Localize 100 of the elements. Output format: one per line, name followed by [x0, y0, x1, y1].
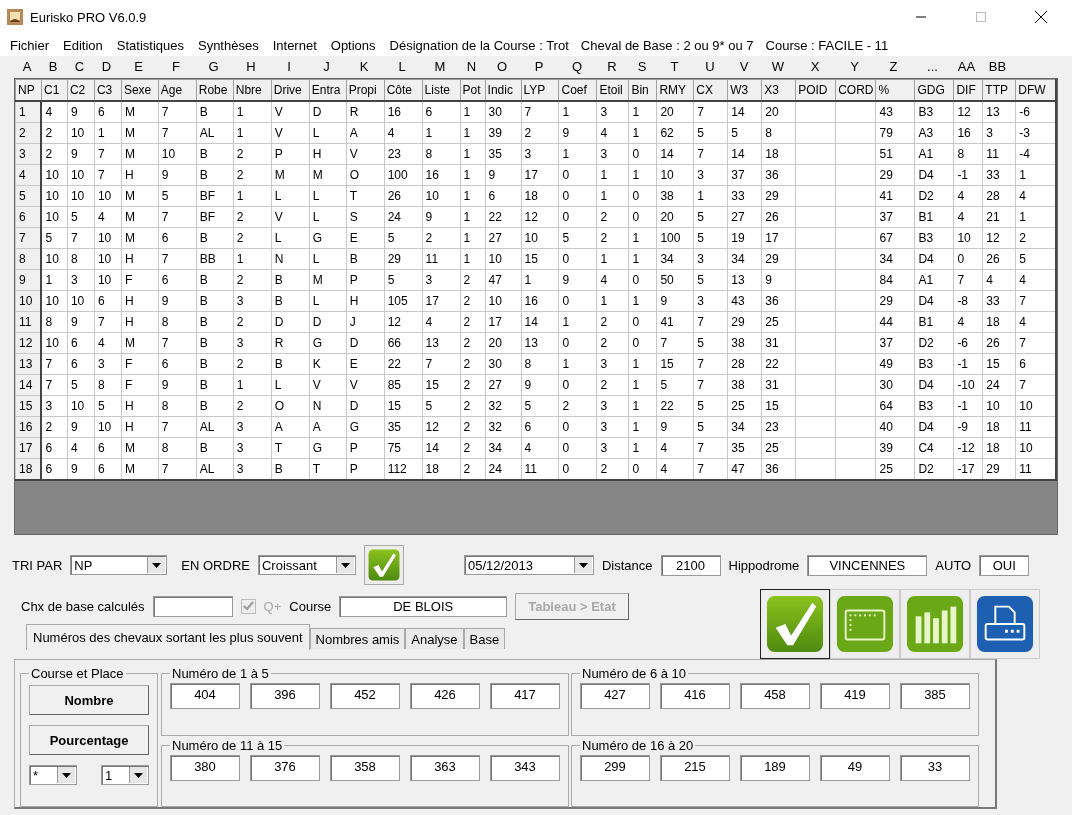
auto-field[interactable]: OUI	[979, 554, 1030, 576]
base-choice-field[interactable]	[152, 596, 233, 617]
row-header[interactable]: 7	[15, 227, 42, 249]
menu-item[interactable]: Options	[330, 37, 376, 53]
column-header[interactable]: Bin	[628, 79, 657, 101]
number-field[interactable]: 419	[820, 683, 890, 709]
action-button[interactable]: Pourcentage	[29, 725, 149, 755]
column-header[interactable]: C2	[67, 79, 95, 101]
number-field[interactable]: 385	[900, 683, 970, 709]
number-field[interactable]: 215	[660, 754, 730, 781]
column-header[interactable]: GDG	[914, 79, 954, 101]
dropdown-button[interactable]	[129, 767, 147, 783]
number-field[interactable]: 363	[410, 754, 480, 781]
dropdown-button[interactable]	[147, 557, 166, 573]
column-header[interactable]: Côte	[384, 79, 423, 101]
menu-item[interactable]: Statistiques	[116, 37, 184, 53]
number-field[interactable]: 458	[740, 683, 810, 709]
column-header[interactable]: DFW	[1015, 79, 1056, 101]
tab[interactable]: Base	[463, 628, 506, 649]
row-header[interactable]: 15	[15, 395, 42, 417]
row-header[interactable]: 2	[15, 122, 42, 144]
row-header[interactable]: 11	[15, 311, 42, 333]
sort-dropdown[interactable]: NP	[70, 555, 168, 575]
column-header[interactable]: TTP	[982, 79, 1016, 101]
row-header[interactable]: 10	[15, 290, 42, 312]
column-header[interactable]: Age	[158, 79, 197, 101]
column-header[interactable]: Pot	[460, 79, 486, 101]
menu-item[interactable]: Edition	[63, 37, 103, 53]
row-header[interactable]: 12	[15, 332, 42, 354]
menu-item[interactable]: Fichier	[10, 37, 49, 53]
option-dropdown[interactable]: 1	[101, 765, 149, 785]
print-button[interactable]	[970, 589, 1040, 659]
column-header[interactable]: CORD	[835, 79, 876, 101]
column-header[interactable]: POID	[795, 79, 836, 101]
date-picker[interactable]: 05/12/2013	[463, 555, 594, 575]
number-field[interactable]: 417	[490, 683, 560, 709]
number-field[interactable]: 343	[490, 754, 560, 781]
column-header[interactable]: Sexe	[121, 79, 159, 101]
column-header[interactable]: C1	[41, 79, 68, 101]
column-header[interactable]: Indic	[485, 79, 521, 101]
option-dropdown[interactable]: *	[29, 765, 77, 785]
number-field[interactable]: 426	[410, 683, 480, 709]
row-header[interactable]: 1	[15, 101, 42, 123]
course-field[interactable]: DE BLOIS	[339, 596, 508, 617]
row-header[interactable]: 13	[15, 353, 42, 375]
column-header[interactable]: Propi	[346, 79, 385, 101]
column-header[interactable]: X3	[761, 79, 796, 101]
row-header[interactable]: 16	[15, 416, 42, 438]
number-field[interactable]: 358	[330, 754, 400, 781]
menu-item[interactable]: Internet	[272, 37, 317, 53]
row-header[interactable]: 18	[15, 458, 42, 480]
column-header[interactable]: LYP	[521, 79, 559, 101]
dropdown-button[interactable]	[57, 767, 75, 783]
validate-button[interactable]	[760, 589, 830, 659]
number-field[interactable]: 376	[250, 754, 320, 781]
row-header[interactable]: 17	[15, 437, 42, 459]
number-field[interactable]: 404	[170, 683, 240, 709]
column-header[interactable]: C3	[94, 79, 122, 101]
column-header[interactable]: Nbre	[233, 79, 272, 101]
row-header[interactable]: 14	[15, 374, 42, 396]
row-header[interactable]: 3	[15, 143, 42, 165]
number-field[interactable]: 452	[330, 683, 400, 709]
row-header[interactable]: 5	[15, 185, 42, 207]
number-field[interactable]: 189	[740, 754, 810, 781]
column-header[interactable]: RMY	[656, 79, 694, 101]
column-header[interactable]: Etoil	[596, 79, 629, 101]
row-header[interactable]: 6	[15, 206, 42, 228]
number-field[interactable]: 49	[820, 754, 890, 781]
column-header[interactable]: %	[876, 79, 915, 101]
row-header[interactable]: 9	[15, 269, 42, 291]
tab[interactable]: Nombres amis	[309, 628, 406, 649]
column-header[interactable]: CX	[693, 79, 728, 101]
column-header[interactable]: W3	[727, 79, 762, 101]
dropdown-button[interactable]	[573, 557, 592, 573]
group-title: Course et Place	[30, 666, 125, 681]
column-header[interactable]: Drive	[271, 79, 310, 101]
order-dropdown[interactable]: Croissant	[257, 555, 356, 575]
column-header[interactable]: Coef	[558, 79, 597, 101]
number-field[interactable]: 33	[900, 754, 970, 781]
column-header[interactable]: Liste	[422, 79, 461, 101]
column-header[interactable]: Entra	[309, 79, 347, 101]
column-letter: C	[73, 58, 86, 74]
row-header[interactable]: 8	[15, 248, 42, 270]
hippodrome-field[interactable]: VINCENNES	[807, 554, 928, 576]
number-field[interactable]: 396	[250, 683, 320, 709]
column-header[interactable]: NP	[15, 79, 42, 101]
number-field[interactable]: 416	[660, 683, 730, 709]
dropdown-button[interactable]	[335, 557, 354, 573]
apply-button[interactable]	[363, 545, 404, 585]
row-header[interactable]: 4	[15, 164, 42, 186]
number-field[interactable]: 380	[170, 754, 240, 781]
column-header[interactable]: DIF	[953, 79, 983, 101]
tab[interactable]: Numéros des chevaux sortant les plus souvent	[26, 624, 310, 650]
distance-field[interactable]: 2100	[660, 554, 721, 576]
menu-item[interactable]: Synthèses	[197, 37, 259, 53]
tab[interactable]: Analyse	[405, 628, 464, 649]
action-button[interactable]: Nombre	[29, 685, 149, 715]
number-field[interactable]: 299	[580, 754, 650, 781]
column-header[interactable]: Robe	[196, 79, 234, 101]
number-field[interactable]: 427	[580, 683, 650, 709]
